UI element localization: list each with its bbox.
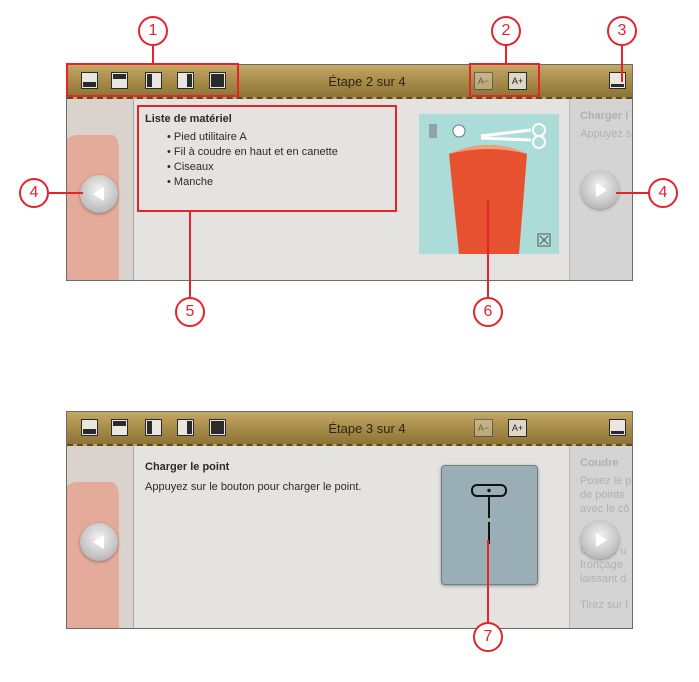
next-step-text: Appuyez s	[580, 128, 632, 140]
callout-7: 7	[473, 622, 503, 652]
font-buttons-highlight	[469, 63, 540, 97]
next-step-title: Coudre	[580, 457, 619, 469]
arrow-right-icon	[596, 533, 607, 547]
previous-arrow-button[interactable]	[80, 523, 118, 561]
layout-top-icon[interactable]	[111, 419, 128, 436]
callout-3: 3	[607, 16, 637, 46]
next-step-line: fronçage	[580, 559, 623, 571]
straight-stitch-icon	[471, 484, 507, 544]
arrow-left-icon	[93, 187, 104, 201]
expand-icon	[537, 233, 551, 247]
next-step-line: laissant d	[580, 573, 627, 585]
callout-4-left: 4	[19, 178, 49, 208]
next-step-title: Charger l	[580, 110, 629, 122]
next-step-line: Tirez sur l	[580, 599, 628, 611]
toolbar: Étape 3 sur 4 A− A+	[67, 412, 632, 446]
minimize-icon[interactable]	[609, 419, 626, 436]
callout-6: 6	[473, 297, 503, 327]
arrow-right-icon	[596, 183, 607, 197]
presser-foot-icon	[429, 124, 437, 138]
next-arrow-button[interactable]	[581, 171, 619, 209]
arrow-left-icon	[93, 535, 104, 549]
content-highlight	[137, 105, 397, 212]
content-title: Charger le point	[145, 461, 230, 473]
next-step-line: avec le cô	[580, 503, 630, 515]
minimize-icon[interactable]	[609, 72, 626, 89]
layout-right-icon[interactable]	[177, 419, 194, 436]
layout-full-icon[interactable]	[209, 419, 226, 436]
step-label: Étape 2 sur 4	[328, 74, 406, 89]
callout-4-right: 4	[648, 178, 678, 208]
layout-bottom-icon[interactable]	[81, 419, 98, 436]
illustration-image[interactable]	[419, 114, 559, 254]
content-text: Appuyez sur le bouton pour charger le po…	[145, 481, 362, 493]
callout-2: 2	[491, 16, 521, 46]
previous-arrow-button[interactable]	[80, 175, 118, 213]
callout-1: 1	[138, 16, 168, 46]
next-arrow-button[interactable]	[581, 521, 619, 559]
scissors-icon	[480, 123, 546, 149]
next-step-line: Posez le p	[580, 475, 632, 487]
layout-buttons-highlight	[66, 63, 239, 97]
callout-5: 5	[175, 297, 205, 327]
thread-spool-icon	[452, 124, 466, 138]
guide-panel-step-3: Étape 3 sur 4 A− A+ Charger le point App…	[66, 411, 633, 629]
load-stitch-button[interactable]	[441, 465, 538, 585]
step-label: Étape 3 sur 4	[328, 421, 406, 436]
layout-left-icon[interactable]	[145, 419, 162, 436]
next-step-line: de points	[580, 489, 625, 501]
font-decrease-button[interactable]: A−	[474, 419, 493, 437]
font-increase-button[interactable]: A+	[508, 419, 527, 437]
